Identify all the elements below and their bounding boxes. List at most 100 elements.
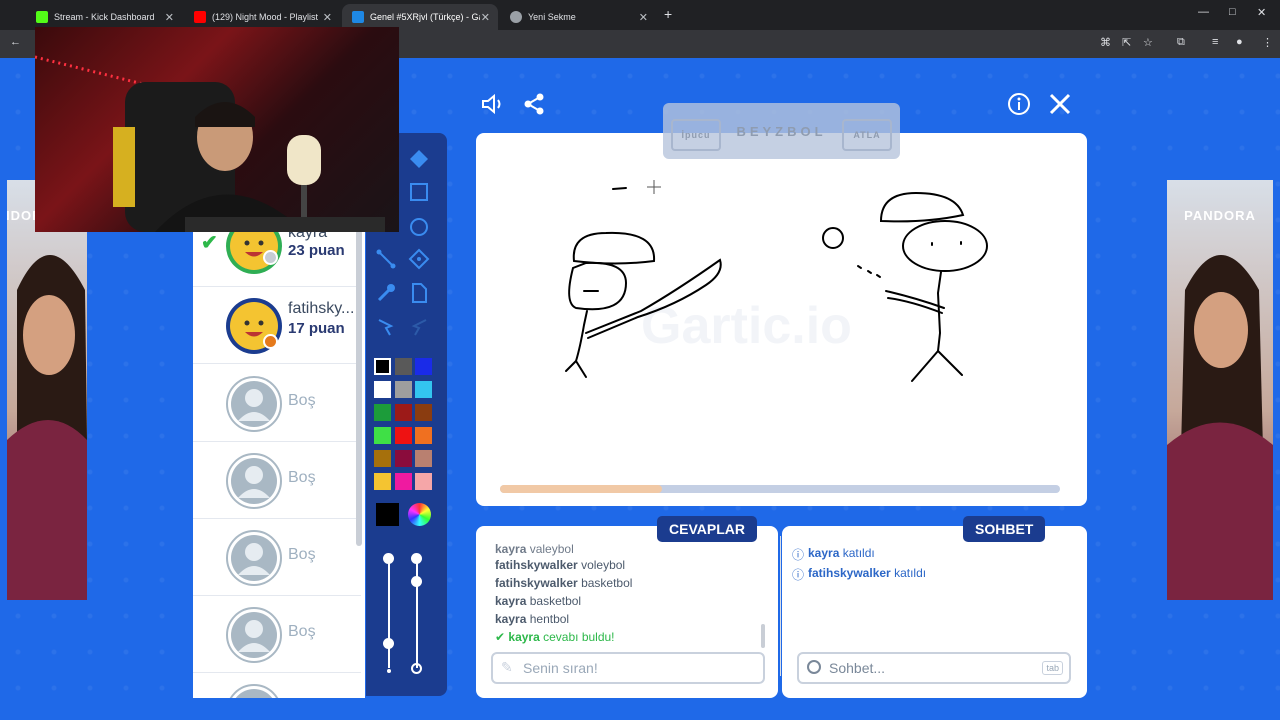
- eyedropper-icon[interactable]: [373, 280, 399, 306]
- undo-icon[interactable]: [373, 314, 399, 340]
- small-dot-icon: [387, 669, 391, 673]
- answer-input[interactable]: ✎ Senin sıran!: [491, 652, 765, 684]
- player-card-fatihsky[interactable]: fatihsky... 17 puan: [193, 287, 361, 364]
- ellipse-tool-icon[interactable]: [406, 214, 432, 240]
- empty-avatar-icon: [229, 684, 279, 698]
- empty-avatar-icon: [226, 607, 282, 663]
- hint-button[interactable]: İpucu: [671, 119, 721, 151]
- color-swatch-light-green[interactable]: [374, 427, 391, 444]
- right-ad[interactable]: PANDORA: [1167, 180, 1273, 600]
- share-page-icon[interactable]: ⇱: [1122, 36, 1131, 49]
- sound-icon[interactable]: [480, 92, 506, 121]
- youtube-favicon-icon: [194, 11, 206, 23]
- color-swatch-light-blue[interactable]: [415, 381, 432, 398]
- color-swatch-yellow[interactable]: [374, 473, 391, 490]
- tab-key-hint: tab: [1042, 661, 1063, 675]
- slider-handle[interactable]: [383, 553, 394, 564]
- eraser-icon[interactable]: [406, 246, 432, 272]
- answers-scrollbar[interactable]: [761, 624, 765, 648]
- new-tab-button[interactable]: +: [664, 6, 672, 22]
- chat-input[interactable]: Sohbet... tab: [797, 652, 1071, 684]
- current-color-preview: [376, 503, 399, 526]
- color-swatch-gray[interactable]: [395, 381, 412, 398]
- close-tab-icon[interactable]: ✕: [481, 11, 490, 24]
- large-dot-icon: [411, 663, 422, 674]
- minimize-button[interactable]: —: [1198, 6, 1209, 18]
- browser-tab-bar: Stream - Kick Dashboard ✕ (129) Night Mo…: [0, 0, 1280, 30]
- answers-title: CEVAPLAR: [657, 516, 757, 542]
- line-tool-icon[interactable]: [373, 246, 399, 272]
- color-swatch-white[interactable]: [374, 381, 391, 398]
- rectangle-tool-icon[interactable]: [406, 179, 432, 205]
- close-window-button[interactable]: ✕: [1257, 6, 1266, 19]
- ad-model-image: [7, 255, 87, 600]
- drawing-canvas[interactable]: Gartic.io: [476, 133, 1087, 506]
- tab-yeni-sekme[interactable]: Yeni Sekme ✕: [500, 4, 656, 30]
- color-swatch-magenta[interactable]: [395, 473, 412, 490]
- crosshair-cursor-icon: [647, 180, 661, 194]
- close-icon[interactable]: [1048, 92, 1072, 121]
- color-swatch-brown[interactable]: [415, 404, 432, 421]
- reading-list-icon[interactable]: ≡: [1212, 36, 1218, 48]
- color-swatch-dark-gray[interactable]: [395, 358, 412, 375]
- answer-line: fatihskywalker basketbol: [495, 576, 633, 590]
- maximize-button[interactable]: □: [1229, 6, 1236, 18]
- slider-handle[interactable]: [383, 638, 394, 649]
- page-icon[interactable]: [406, 280, 432, 306]
- back-icon[interactable]: ←: [10, 36, 21, 48]
- player-slot-empty: Boş: [193, 365, 361, 442]
- chat-bubble-icon: [807, 660, 821, 674]
- color-wheel-icon[interactable]: [408, 503, 431, 526]
- fill-bucket-icon[interactable]: [406, 146, 432, 172]
- close-tab-icon[interactable]: ✕: [639, 11, 648, 24]
- redo-icon[interactable]: [406, 314, 432, 340]
- timer-progress-fill: [500, 485, 663, 493]
- color-swatch-blue[interactable]: [415, 358, 432, 375]
- bookmark-star-icon[interactable]: ☆: [1143, 36, 1153, 49]
- color-swatch-green[interactable]: [374, 404, 391, 421]
- answer-found-line: ✔ kayra cevabı buldu!: [495, 630, 615, 644]
- empty-avatar-icon: [226, 376, 282, 432]
- color-swatch-dark-red[interactable]: [395, 404, 412, 421]
- answer-line: kayra hentbol: [495, 612, 570, 626]
- chrome-favicon-icon: [510, 11, 522, 23]
- checkmark-icon: ✔: [201, 232, 218, 254]
- info-icon: ⓘ: [792, 568, 805, 582]
- left-ad[interactable]: PANDORA: [7, 180, 87, 600]
- color-swatch-rose-brown[interactable]: [415, 450, 432, 467]
- chat-title: SOHBET: [963, 516, 1046, 542]
- webcam-streamer-image: [35, 55, 385, 232]
- info-icon[interactable]: [1007, 92, 1031, 121]
- close-tab-icon[interactable]: ✕: [323, 11, 332, 24]
- hint-word: BEYZBOL: [736, 123, 827, 139]
- player-slot-empty: Boş: [193, 519, 361, 596]
- players-panel: ✔ kayra 23 puan fatihsky... 17 puan Boş: [193, 230, 365, 698]
- close-tab-icon[interactable]: ✕: [165, 11, 174, 24]
- profile-icon[interactable]: ●: [1236, 36, 1243, 48]
- color-swatch-pink[interactable]: [415, 473, 432, 490]
- skip-button[interactable]: ATLA: [842, 119, 892, 151]
- color-swatch-maroon[interactable]: [395, 450, 412, 467]
- player-slot-empty: Boş: [193, 442, 361, 519]
- slider-handle[interactable]: [411, 576, 422, 587]
- color-swatch-black[interactable]: [374, 358, 391, 375]
- players-scrollbar[interactable]: [356, 230, 362, 546]
- checkmark-icon: ✔: [495, 630, 506, 644]
- opacity-slider[interactable]: [416, 558, 418, 668]
- slider-handle[interactable]: [411, 553, 422, 564]
- color-swatch-red[interactable]: [395, 427, 412, 444]
- share-icon[interactable]: [523, 92, 547, 121]
- menu-icon[interactable]: ⋮: [1262, 36, 1273, 49]
- chat-panel: SOHBET ⓘ kayra katıldı ⓘ fatihskywalker …: [782, 516, 1087, 698]
- brush-size-slider[interactable]: [388, 558, 390, 668]
- empty-avatar-icon: [226, 453, 282, 509]
- player-slot-empty: [193, 673, 361, 698]
- translate-icon[interactable]: ⌘: [1100, 36, 1111, 49]
- timer-progress: [500, 485, 1060, 493]
- extensions-icon[interactable]: ⧉: [1177, 36, 1185, 49]
- color-swatch-orange[interactable]: [415, 427, 432, 444]
- pencil-icon: ✎: [501, 659, 513, 675]
- color-swatch-ochre[interactable]: [374, 450, 391, 467]
- player-card-kayra[interactable]: ✔ kayra 23 puan: [193, 230, 361, 287]
- kick-favicon-icon: [36, 11, 48, 23]
